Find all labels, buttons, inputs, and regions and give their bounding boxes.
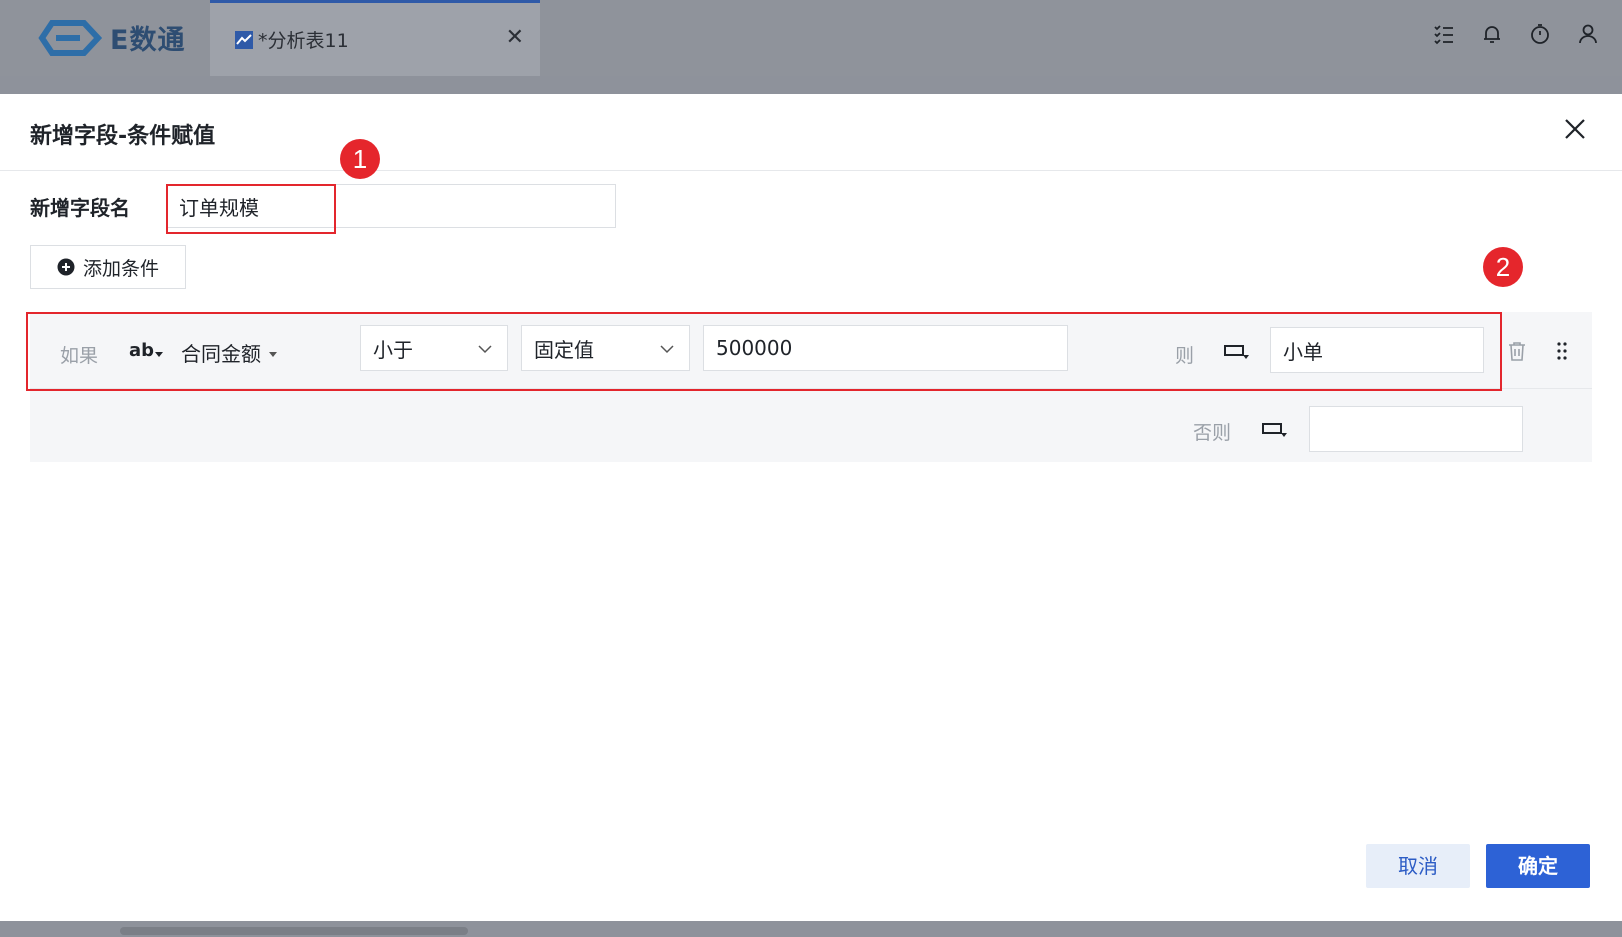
logo-text: E数通: [110, 25, 186, 56]
confirm-button[interactable]: 确定: [1486, 844, 1590, 888]
annotation-badge-2: 2: [1483, 247, 1523, 287]
else-label: 否则: [1193, 422, 1232, 444]
user-icon[interactable]: [1576, 22, 1600, 46]
condition-value-input[interactable]: [703, 325, 1068, 371]
tab-close-icon[interactable]: ✕: [506, 25, 524, 50]
modal-header: 新增字段-条件赋值: [0, 94, 1622, 171]
value-type-label: 固定值: [534, 337, 594, 362]
chevron-down-icon: [478, 345, 492, 354]
app-logo: E数通: [38, 18, 185, 57]
value-type-icon[interactable]: [1223, 341, 1251, 363]
cancel-button[interactable]: 取消: [1366, 844, 1470, 888]
horizontal-scrollbar[interactable]: [120, 927, 468, 935]
then-label: 则: [1175, 345, 1195, 367]
tab-analysis-sheet[interactable]: *分析表11 ✕: [210, 0, 540, 76]
add-field-modal: 新增字段-条件赋值 新增字段名 添加条件: [0, 94, 1622, 921]
close-icon[interactable]: [1562, 116, 1588, 142]
top-bar: E数通 *分析表11 ✕: [0, 0, 1622, 76]
caret-down-icon: [155, 352, 164, 357]
if-label: 如果: [60, 345, 99, 367]
drag-handle-icon[interactable]: [1551, 340, 1573, 362]
modal-title: 新增字段-条件赋值: [30, 124, 216, 149]
bell-icon[interactable]: [1480, 22, 1504, 46]
field-name-row: 新增字段名: [30, 184, 616, 228]
top-actions: [1432, 22, 1600, 46]
task-list-icon[interactable]: [1432, 22, 1456, 46]
chevron-down-icon: [660, 345, 674, 354]
condition-field-select[interactable]: 合同金额: [181, 338, 277, 367]
condition-field-label: 合同金额: [181, 342, 261, 366]
caret-down-icon: [269, 352, 277, 357]
condition-divider: [30, 388, 1592, 389]
trash-icon[interactable]: [1506, 340, 1528, 362]
chart-icon: [235, 30, 253, 49]
operator-select[interactable]: 小于: [360, 325, 508, 371]
else-value-type-icon[interactable]: [1261, 419, 1289, 441]
field-name-label: 新增字段名: [30, 195, 130, 220]
plus-circle-icon: [57, 258, 75, 276]
tab-label: *分析表11: [258, 30, 349, 52]
timer-icon[interactable]: [1528, 22, 1552, 46]
then-value-input[interactable]: [1270, 327, 1484, 373]
operator-label: 小于: [373, 337, 413, 362]
text-type-icon: ab: [129, 340, 155, 361]
add-condition-label: 添加条件: [82, 257, 159, 280]
add-condition-button[interactable]: 添加条件: [30, 245, 186, 289]
field-name-input[interactable]: [166, 184, 616, 228]
else-value-input[interactable]: [1309, 406, 1523, 452]
field-type-selector[interactable]: ab: [129, 340, 164, 361]
logo-mark-icon: [38, 19, 102, 56]
annotation-badge-1: 1: [340, 139, 380, 179]
value-type-select[interactable]: 固定值: [521, 325, 690, 371]
